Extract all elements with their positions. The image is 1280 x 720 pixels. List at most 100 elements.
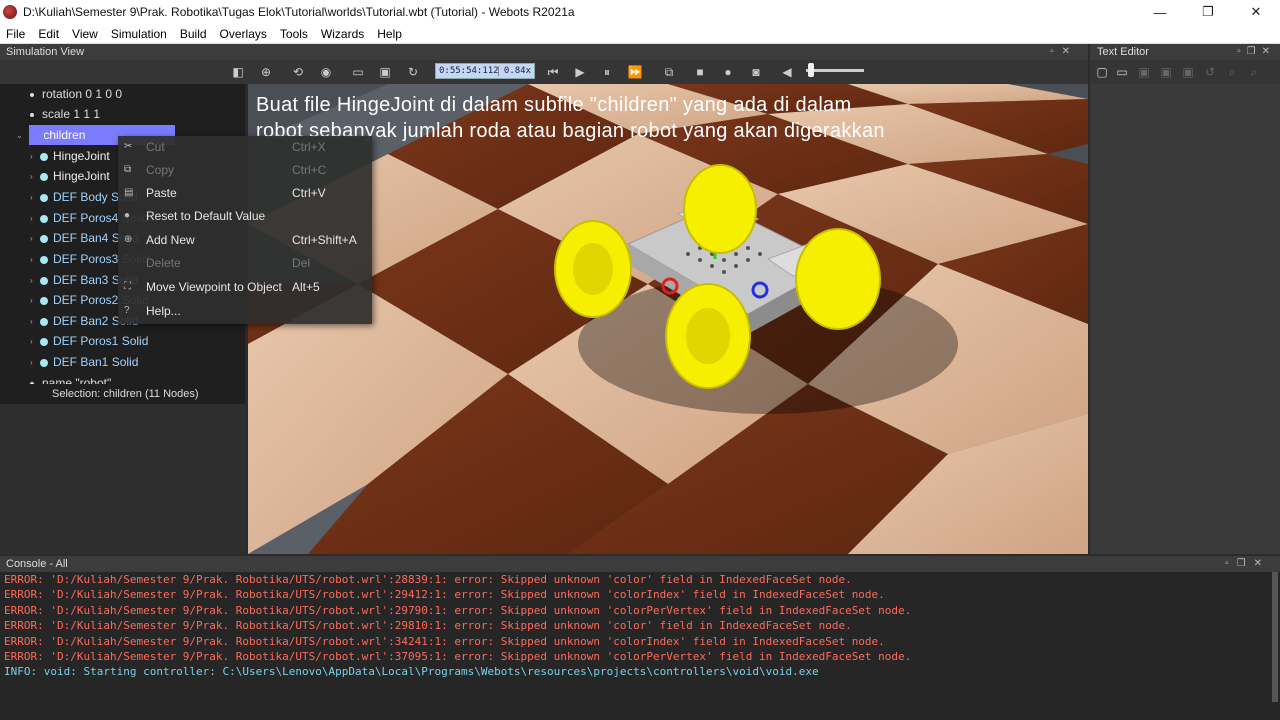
viewpoint-icon: ⛶ <box>124 281 131 292</box>
collapse-arrow-icon[interactable]: ⌄ <box>16 126 26 146</box>
reset-icon: ● <box>124 210 131 221</box>
text-editor-toolbar: ▢ ▭ ▣ ▣ ▣ ↺ ⌕ ⌕ <box>1090 60 1280 84</box>
menu-view[interactable]: View <box>66 27 105 41</box>
step-icon[interactable]: ▶ <box>572 64 588 80</box>
fast-forward-icon[interactable]: ⏩ <box>627 64 643 80</box>
selection-status: Selection: children (11 Nodes) <box>0 384 245 404</box>
node-icon <box>40 255 48 264</box>
volume-slider-track[interactable] <box>806 69 864 72</box>
ctx-cut[interactable]: ✂ Cut Ctrl+X <box>118 136 372 158</box>
node-icon <box>40 296 48 305</box>
field-editor-area <box>0 404 245 554</box>
console-line: ERROR: 'D:/Kuliah/Semester 9/Prak. Robot… <box>4 649 912 663</box>
save-all-icon[interactable]: ▣ <box>1180 64 1196 80</box>
menu-simulation[interactable]: Simulation <box>105 27 174 41</box>
add-node-icon[interactable]: ⊕ <box>258 64 274 80</box>
find-icon[interactable]: ⌕ <box>1224 64 1240 80</box>
ctx-copy[interactable]: ⧉ Copy Ctrl+C <box>118 159 372 181</box>
help-icon: ? <box>124 305 130 316</box>
tree-field-rotation[interactable]: rotation 0 1 0 0 <box>30 84 122 104</box>
record-movie-icon[interactable]: ● <box>720 64 736 80</box>
window-title: D:\Kuliah\Semester 9\Prak. Robotika\Tuga… <box>23 5 575 19</box>
tree-node-ban1[interactable]: › DEF Ban1 Solid <box>30 352 138 372</box>
open-world-icon[interactable]: ▭ <box>350 64 366 80</box>
console-scrollbar[interactable] <box>1272 572 1278 702</box>
volume-slider-handle[interactable] <box>808 63 814 77</box>
console-line: ERROR: 'D:/Kuliah/Semester 9/Prak. Robot… <box>4 573 852 586</box>
context-menu: ✂ Cut Ctrl+X ⧉ Copy Ctrl+C ▤ Paste Ctrl+V ● Res… <box>118 136 372 324</box>
console-line: ERROR: 'D:/Kuliah/Semester 9/Prak. Robot… <box>4 603 912 617</box>
save-file-icon[interactable]: ▣ <box>1136 64 1152 80</box>
tree-field-scale[interactable]: scale 1 1 1 <box>30 104 100 124</box>
node-icon <box>40 358 48 367</box>
menu-edit[interactable]: Edit <box>32 27 66 41</box>
console-output[interactable]: ERROR: 'D:/Kuliah/Semester 9/Prak. Robot… <box>0 572 1280 720</box>
paste-icon: ▤ <box>124 187 134 198</box>
reload-world-icon[interactable]: ↻ <box>405 64 421 80</box>
save-world-icon[interactable]: ▣ <box>377 64 393 80</box>
sound-volume-icon[interactable]: ◀ <box>779 64 795 80</box>
ctx-delete[interactable]: Delete Del <box>118 252 372 274</box>
tree-node-hingejoint-2[interactable]: › HingeJoint <box>30 166 110 186</box>
save-as-icon[interactable]: ▣ <box>1158 64 1174 80</box>
3d-scene-view[interactable] <box>248 84 1088 554</box>
console-line: INFO: void: Starting controller: C:\User… <box>4 665 819 679</box>
node-icon <box>40 337 48 346</box>
view-eye-icon[interactable]: ◉ <box>318 64 334 80</box>
webots-app-icon <box>3 5 17 19</box>
simulation-time-display: 0:55:54:112 0.84x <box>435 63 535 79</box>
toggle-scene-tree-icon[interactable]: ◧ <box>230 64 246 80</box>
console-line: ERROR: 'D:/Kuliah/Semester 9/Prak. Robot… <box>4 619 852 633</box>
text-editor-area[interactable] <box>1090 84 1280 554</box>
ctx-move-viewpoint[interactable]: ⛶ Move Viewpoint to Object Alt+5 <box>118 276 372 298</box>
reset-viewpoint-icon[interactable]: ⟲ <box>290 64 306 80</box>
node-icon <box>40 172 48 181</box>
ctx-paste[interactable]: ▤ Paste Ctrl+V <box>118 182 372 204</box>
fast-mode-icon[interactable]: ⧉ <box>661 64 677 80</box>
maximize-button[interactable]: ❐ <box>1184 0 1232 24</box>
menu-help[interactable]: Help <box>371 27 409 41</box>
console-header: Console - All ▫❐✕ <box>0 556 1280 572</box>
simulation-time: 0:55:54:112 <box>439 66 499 76</box>
revert-icon[interactable]: ↺ <box>1202 64 1218 80</box>
screenshot-camera-icon[interactable]: ◙ <box>748 64 764 80</box>
simulation-toolbar: ◧ ⊕ ⟲ ◉ ▭ ▣ ↻ ⏮ ▶ ⏸ ⏩ ⧉ ■ ● ◙ ◀ <box>0 60 1088 84</box>
pause-icon[interactable]: ⏸ <box>599 64 615 80</box>
find-next-icon[interactable]: ⌕ <box>1246 64 1262 80</box>
panel-float-close-icons[interactable]: ▫✕ <box>1050 44 1078 60</box>
minimize-button[interactable]: — <box>1136 0 1184 24</box>
simulation-speed: 0.84x <box>498 66 534 76</box>
menu-file[interactable]: File <box>0 27 32 41</box>
tree-node-poros1[interactable]: › DEF Poros1 Solid <box>30 331 148 351</box>
close-button[interactable]: ✕ <box>1232 0 1280 24</box>
menu-wizards[interactable]: Wizards <box>315 27 371 41</box>
panel-float-close-icons[interactable]: ▫❐✕ <box>1225 556 1270 572</box>
new-file-icon[interactable]: ▢ <box>1094 64 1110 80</box>
node-icon <box>40 317 48 326</box>
node-icon <box>40 214 48 223</box>
ctx-add-new[interactable]: ⊕ Add New Ctrl+Shift+A <box>118 229 372 251</box>
menu-build[interactable]: Build <box>174 27 214 41</box>
ctx-help[interactable]: ? Help... <box>118 300 372 322</box>
open-file-icon[interactable]: ▭ <box>1114 64 1130 80</box>
menu-overlays[interactable]: Overlays <box>214 27 274 41</box>
ctx-reset-default[interactable]: ● Reset to Default Value <box>118 205 372 227</box>
window-titlebar: D:\Kuliah\Semester 9\Prak. Robotika\Tuga… <box>0 0 1280 24</box>
menu-bar: File Edit View Simulation Build Overlays… <box>0 24 1280 44</box>
copy-icon: ⧉ <box>124 164 132 175</box>
panel-float-close-icons[interactable]: ▫❐✕ <box>1237 44 1276 60</box>
tree-node-hingejoint-1[interactable]: › HingeJoint <box>30 146 110 166</box>
node-icon <box>40 276 48 285</box>
node-icon <box>40 193 48 202</box>
reset-simulation-icon[interactable]: ⏮ <box>545 64 561 80</box>
simulation-view-title: Simulation View <box>6 46 85 58</box>
node-icon <box>40 152 48 161</box>
menu-tools[interactable]: Tools <box>274 27 315 41</box>
simulation-view-header: Simulation View ▫✕ <box>0 44 1088 60</box>
node-icon <box>40 234 48 243</box>
text-editor-header: Text Editor ▫❐✕ <box>1090 44 1280 60</box>
console-line: ERROR: 'D:/Kuliah/Semester 9/Prak. Robot… <box>4 634 885 648</box>
stop-rendering-icon[interactable]: ■ <box>692 64 708 80</box>
add-icon: ⊕ <box>124 234 133 245</box>
tree-field-name[interactable]: name "robot" <box>30 373 111 384</box>
